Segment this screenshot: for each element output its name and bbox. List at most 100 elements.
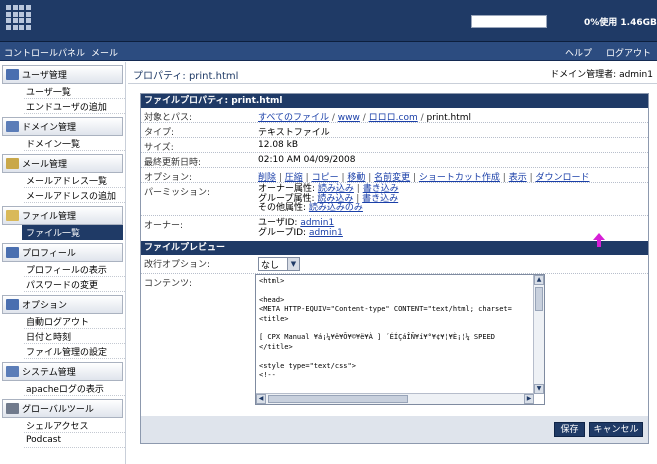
horizontal-scrollbar[interactable]: ◀ ▶ — [256, 393, 534, 404]
options-icon — [6, 299, 19, 310]
newline-select-value: なし — [261, 260, 280, 271]
vertical-scrollbar[interactable]: ▲ ▼ — [533, 275, 544, 394]
menu-help[interactable]: ヘルプ — [565, 46, 592, 59]
row-owner: オーナー: ユーザID: admin1 グループID: admin1 — [141, 216, 648, 241]
admin-label: ドメイン管理者: admin1 — [550, 70, 653, 80]
sidebar-item[interactable]: Podcast — [24, 433, 125, 448]
content-textarea[interactable]: <html> <head> <META HTTP-EQUIV="Content-ty… — [255, 274, 545, 405]
sidebar-item[interactable]: メールアドレス一覧 — [24, 173, 125, 188]
modified-value: 02:10 AM 04/09/2008 — [258, 155, 356, 165]
pointer-arrow-icon — [593, 233, 605, 247]
button-bar: 保存 キャンセル — [141, 416, 648, 443]
menu-mail[interactable]: メール — [91, 46, 118, 59]
code-line: [ CPX Manual ¥á¡¼¥ë¥Õ¥©¥ë¥À ] ´ÉÍ­ÇáÎÑ¥í… — [259, 333, 496, 342]
option-delete[interactable]: 削除 — [258, 173, 276, 183]
scroll-down-icon[interactable]: ▼ — [534, 384, 544, 394]
menu-control-panel[interactable]: コントロールパネル — [4, 46, 85, 59]
sidebar-section-title: ドメイン管理 — [22, 123, 77, 133]
option-download[interactable]: ダウンロード — [535, 173, 589, 183]
row-type: タイプ: テキストファイル — [141, 123, 648, 138]
newline-cell: なし ▼ — [255, 255, 303, 273]
row-modified: 最終更新日時: 02:10 AM 04/09/2008 — [141, 153, 648, 168]
sidebar-item[interactable]: メールアドレスの追加 — [24, 188, 125, 203]
option-move[interactable]: 移動 — [347, 173, 365, 183]
sidebar-section-3[interactable]: ファイル管理 — [2, 206, 123, 225]
sidebar-section-title: グローバルツール — [22, 405, 94, 415]
menu-logout[interactable]: ログアウト — [606, 46, 651, 59]
sidebar-section-title: メール管理 — [22, 160, 68, 170]
group-id-link[interactable]: admin1 — [309, 228, 343, 238]
group-id-label: グループID: — [258, 228, 307, 238]
option-rename[interactable]: 名前変更 — [374, 173, 410, 183]
newline-select[interactable]: なし ▼ — [258, 257, 300, 271]
perm-other-read-only[interactable]: 読み込みのみ — [309, 203, 363, 213]
sidebar-section-2[interactable]: メール管理 — [2, 154, 123, 173]
cancel-button[interactable]: キャンセル — [589, 422, 643, 437]
sidebar-section-6[interactable]: システム管理 — [2, 362, 123, 381]
mail-icon — [6, 158, 19, 169]
sidebar-item[interactable]: ドメイン一覧 — [24, 136, 125, 151]
option-copy[interactable]: コピー — [312, 173, 339, 183]
sidebar-item[interactable]: シェルアクセス — [24, 418, 125, 433]
folder-icon — [6, 210, 19, 221]
option-view[interactable]: 表示 — [509, 173, 527, 183]
scroll-right-icon[interactable]: ▶ — [524, 394, 534, 404]
sidebar-section-4[interactable]: プロフィール — [2, 243, 123, 262]
row-permissions: パーミッション: オーナー属性: 読み込み | 書き込み グループ属性: 読み込… — [141, 183, 648, 216]
sidebar-item[interactable]: ユーザ一覧 — [24, 84, 125, 99]
sidebar-item[interactable]: apacheログの表示 — [24, 381, 125, 396]
save-button[interactable]: 保存 — [554, 422, 585, 437]
sidebar-section-title: ユーザ管理 — [22, 71, 67, 81]
vertical-scroll-thumb[interactable] — [535, 287, 543, 311]
path-link-www[interactable]: www — [338, 113, 360, 123]
code-line: <html> — [259, 277, 285, 285]
file-properties-header: ファイルプロパティ: print.html — [141, 94, 648, 108]
options-links: 削除 | 圧縮 | コピー | 移動 | 名前変更 | ショートカット作成 | … — [258, 173, 590, 183]
permissions-values: オーナー属性: 読み込み | 書き込み グループ属性: 読み込み | 書き込み … — [258, 184, 399, 213]
sidebar-section-0[interactable]: ユーザ管理 — [2, 65, 123, 84]
disk-usage-text: 0%使用 1.46GB — [584, 18, 657, 28]
menu-bar: コントロールパネル メール ヘルプ ログアウト — [0, 42, 657, 61]
path-link-domain[interactable]: ロロロ.com — [369, 113, 418, 123]
option-create-shortcut[interactable]: ショートカット作成 — [419, 173, 500, 183]
logo — [6, 5, 32, 31]
perm-owner-label: オーナー属性: — [258, 184, 316, 194]
scroll-up-icon[interactable]: ▲ — [534, 275, 544, 285]
code-line: <style type="text/css"> — [259, 361, 356, 370]
owner-values: ユーザID: admin1 グループID: admin1 — [255, 216, 346, 241]
scroll-left-icon[interactable]: ◀ — [256, 394, 266, 404]
row-newline: 改行オプション: なし ▼ — [141, 255, 648, 274]
disk-usage-bar — [471, 15, 547, 28]
user-id-link[interactable]: admin1 — [300, 218, 334, 228]
sidebar-item[interactable]: ファイル管理の設定 — [24, 344, 125, 359]
sidebar-item[interactable]: 自動ログアウト — [24, 314, 125, 329]
sidebar-section-5[interactable]: オプション — [2, 295, 123, 314]
sidebar-section-7[interactable]: グローバルツール — [2, 399, 123, 418]
perm-group-read[interactable]: 読み込み — [317, 194, 353, 204]
divider — [128, 83, 657, 84]
perm-group-label: グループ属性: — [258, 193, 315, 204]
file-properties-panel: ファイルプロパティ: print.html 対象とパス: すべてのファイル / … — [140, 93, 649, 444]
code-line: <head> — [259, 295, 285, 304]
sidebar-item[interactable]: パスワードの変更 — [24, 277, 125, 292]
sidebar: ユーザ管理ユーザ一覧 エンドユーザの追加ドメイン管理ドメイン一覧メール管理メールア… — [0, 62, 126, 464]
horizontal-scroll-thumb[interactable] — [268, 395, 408, 403]
sidebar-item[interactable]: プロフィールの表示 — [24, 262, 125, 277]
perm-owner-read[interactable]: 読み込み — [318, 184, 354, 194]
sidebar-section-1[interactable]: ドメイン管理 — [2, 117, 123, 136]
row-path: 対象とパス: すべてのファイル / www / ロロロ.com / print.… — [141, 108, 648, 123]
option-compress[interactable]: 圧縮 — [285, 173, 303, 183]
chevron-down-icon: ▼ — [287, 258, 299, 270]
perm-owner-write[interactable]: 書き込み — [363, 184, 399, 194]
sidebar-section-title: システム管理 — [22, 368, 76, 378]
perm-group-write[interactable]: 書き込み — [362, 194, 398, 204]
page-title: プロパティ: print.html — [133, 71, 239, 82]
sidebar-item[interactable]: エンドユーザの追加 — [24, 99, 125, 114]
path-link-all-files[interactable]: すべてのファイル — [258, 113, 329, 123]
sidebar-item[interactable]: 日付と時刻 — [24, 329, 125, 344]
sidebar-item[interactable]: ファイル一覧 — [22, 225, 123, 240]
user-id-label: ユーザID: — [258, 218, 298, 228]
user-icon — [6, 69, 19, 80]
row-options: オプション: 削除 | 圧縮 | コピー | 移動 | 名前変更 | ショートカ… — [141, 168, 648, 183]
